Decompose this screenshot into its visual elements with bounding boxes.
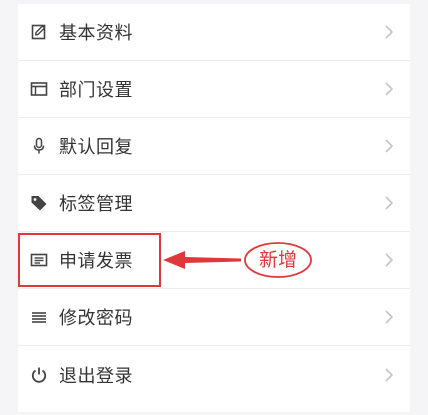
menu-item-tag-management[interactable]: 标签管理	[18, 175, 410, 232]
invoice-icon	[30, 251, 48, 269]
menu-item-label: 部门设置	[59, 80, 133, 101]
menu-item-logout[interactable]: 退出登录	[18, 346, 410, 403]
chevron-right-icon	[384, 309, 394, 325]
menu-item-change-password[interactable]: 修改密码	[18, 289, 410, 346]
chevron-right-icon	[384, 81, 394, 97]
menu-item-label: 默认回复	[59, 137, 133, 158]
menu-item-default-reply[interactable]: 默认回复	[18, 118, 410, 175]
tag-icon	[30, 194, 48, 212]
menu-item-label: 基本资料	[59, 23, 133, 44]
lines-icon	[30, 308, 48, 326]
power-icon	[30, 366, 48, 384]
chevron-right-icon	[384, 24, 394, 40]
menu-item-label: 申请发票	[59, 251, 133, 272]
chevron-right-icon	[384, 138, 394, 154]
menu-item-label: 退出登录	[59, 365, 133, 387]
menu-item-apply-invoice[interactable]: 申请发票	[18, 232, 410, 289]
menu-item-basic-info[interactable]: 基本资料	[18, 4, 410, 61]
window-icon	[30, 80, 48, 98]
menu-item-department-settings[interactable]: 部门设置	[18, 61, 410, 118]
settings-menu: 基本资料 部门设置 默认回复 标签管理 申请发票 修改密码 退出登录	[18, 4, 410, 412]
edit-icon	[30, 23, 48, 41]
chevron-right-icon	[384, 195, 394, 211]
menu-item-label: 修改密码	[59, 308, 133, 329]
menu-item-label: 标签管理	[59, 194, 133, 215]
microphone-icon	[30, 137, 48, 155]
chevron-right-icon	[384, 252, 394, 268]
chevron-right-icon	[384, 367, 394, 383]
